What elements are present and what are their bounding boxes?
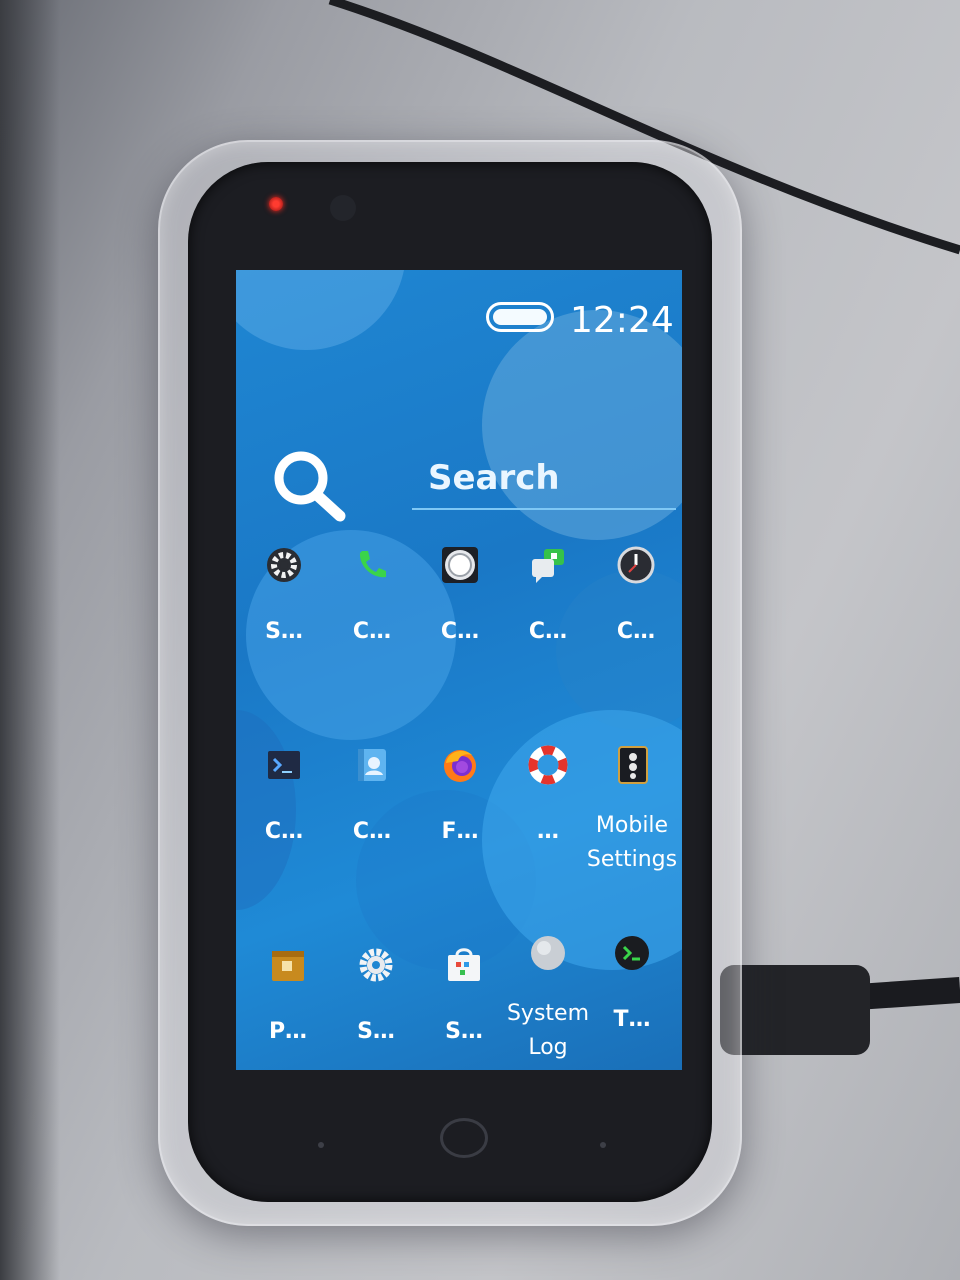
app-label: C… <box>352 819 392 844</box>
app-label: T… <box>613 1007 651 1032</box>
package-icon <box>268 945 308 985</box>
status-clock: 12:24 <box>570 300 674 341</box>
app-launcher-item[interactable]: P… <box>244 945 332 1049</box>
search-icon[interactable] <box>268 446 350 524</box>
console-icon <box>264 745 304 785</box>
status-bar: 12:24 <box>236 270 682 341</box>
app-launcher-item[interactable]: C… <box>592 545 680 649</box>
app-launcher-item[interactable]: System Log <box>504 933 592 1065</box>
lifebuoy-icon <box>528 745 568 785</box>
app-launcher-item[interactable]: S… <box>420 945 508 1049</box>
app-label: S… <box>445 1019 483 1044</box>
app-launcher-item[interactable]: … <box>504 745 592 849</box>
notification-led <box>269 197 283 211</box>
app-label: P… <box>268 1019 308 1044</box>
clock-icon <box>616 545 656 585</box>
app-label: C… <box>352 619 392 644</box>
search-bar <box>266 440 676 522</box>
search-input[interactable] <box>412 454 676 510</box>
app-launcher-item[interactable]: S… <box>240 545 328 649</box>
system-log-icon <box>528 933 568 973</box>
app-label: C… <box>528 619 568 644</box>
home-button[interactable] <box>440 1118 488 1158</box>
app-launcher-item[interactable]: C… <box>328 745 416 849</box>
app-label: C… <box>264 819 304 844</box>
app-label: S… <box>265 619 303 644</box>
front-camera <box>330 195 356 221</box>
app-label: F… <box>441 819 479 844</box>
terminal-icon <box>612 933 652 973</box>
app-launcher-item[interactable]: C… <box>240 745 328 849</box>
battery-icon <box>486 302 554 332</box>
app-launcher-item[interactable]: T… <box>588 933 676 1037</box>
app-label: C… <box>440 619 480 644</box>
app-launcher-item[interactable]: C… <box>328 545 416 649</box>
store-icon <box>444 945 484 985</box>
gear-icon <box>264 545 304 585</box>
camera-icon <box>440 545 480 585</box>
phone-screen: 12:24 S… C… C… <box>236 270 682 1070</box>
app-label: Mobile Settings <box>586 813 678 872</box>
battery-fill <box>493 309 547 325</box>
firefox-icon <box>440 745 480 785</box>
app-launcher-item[interactable]: F… <box>416 745 504 849</box>
contacts-icon <box>352 745 392 785</box>
mobile-settings-icon <box>613 745 653 785</box>
app-label: … <box>537 819 559 844</box>
app-label: C… <box>616 619 656 644</box>
app-launcher-item[interactable]: Mobile Settings <box>587 745 678 877</box>
app-launcher-item[interactable]: C… <box>504 545 592 649</box>
phone-icon <box>352 545 392 585</box>
settings-gear-icon <box>356 945 396 985</box>
chat-icon <box>528 545 568 585</box>
app-label: System Log <box>506 1001 590 1060</box>
sensor-dot-right <box>600 1142 606 1148</box>
sensor-dot-left <box>318 1142 324 1148</box>
app-launcher-item[interactable]: C… <box>416 545 504 649</box>
app-launcher-item[interactable]: S… <box>332 945 420 1049</box>
app-label: S… <box>357 1019 395 1044</box>
